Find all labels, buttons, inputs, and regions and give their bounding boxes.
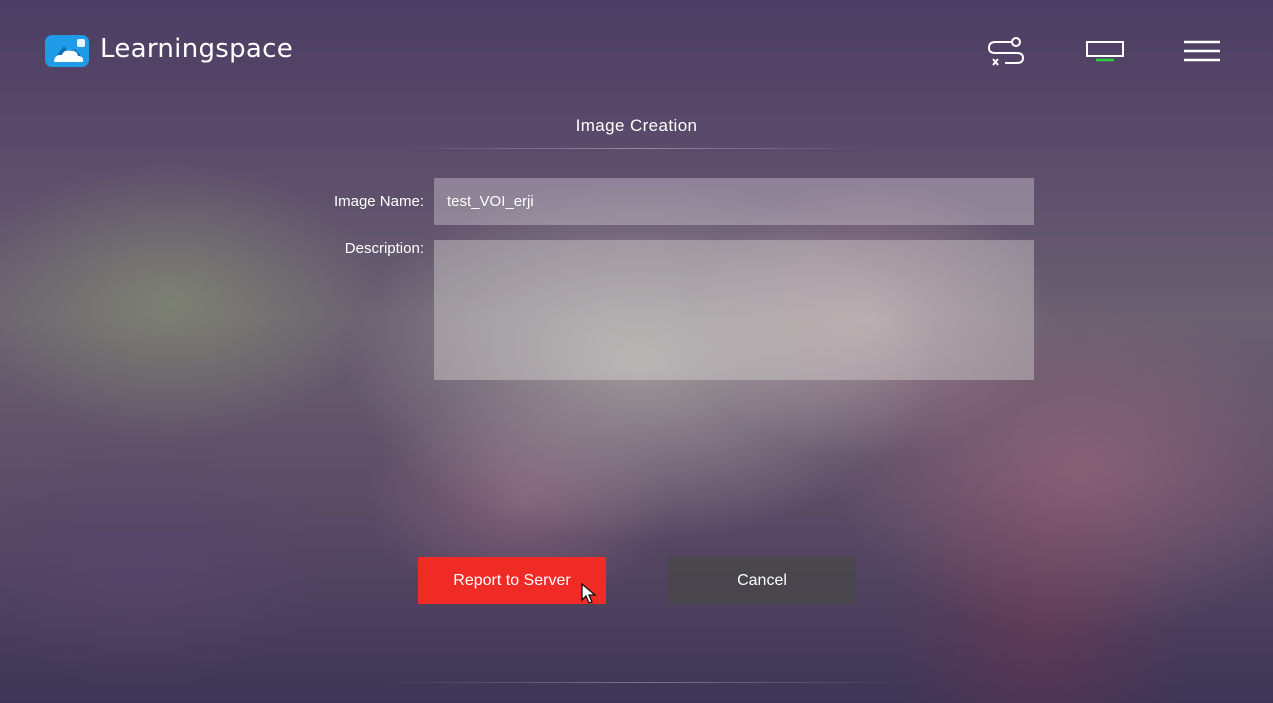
image-name-label: Image Name: (333, 193, 424, 210)
description-label: Description: (344, 240, 424, 257)
dialog-title: Image Creation (575, 116, 698, 135)
title-divider (400, 148, 873, 149)
route-icon[interactable] (985, 34, 1029, 68)
bottom-divider (380, 682, 910, 683)
image-name-input[interactable] (434, 178, 1034, 225)
display-icon[interactable] (1083, 34, 1127, 68)
cancel-button[interactable]: Cancel (668, 557, 856, 604)
menu-icon[interactable] (1180, 34, 1224, 68)
header-bar: Learningspace (0, 0, 1273, 100)
brand-name: Learningspace (100, 34, 294, 64)
screen: Learningspace Image Creation Image Name:… (0, 0, 1273, 703)
report-to-server-button[interactable]: Report to Server (418, 557, 606, 604)
description-input[interactable] (434, 240, 1034, 380)
learningspace-logo-icon (45, 35, 89, 67)
mouse-pointer-icon (581, 583, 597, 604)
